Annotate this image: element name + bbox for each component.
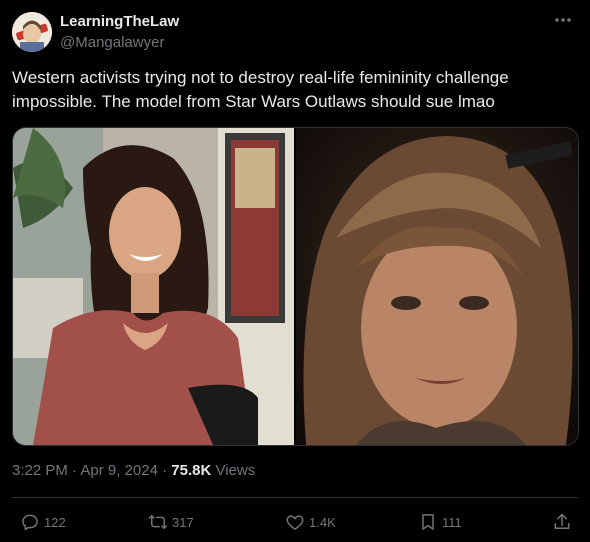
tweet-text: Western activists trying not to destroy … — [12, 68, 509, 111]
share-icon — [554, 513, 570, 529]
avatar[interactable] — [12, 12, 52, 52]
more-options-icon — [555, 18, 571, 22]
avatar-image — [12, 12, 52, 52]
photo-game-character[interactable] — [296, 128, 578, 445]
meta-separator-2: · — [162, 462, 168, 479]
reply-button[interactable]: 122 — [20, 508, 66, 536]
like-button[interactable]: 1.4K — [285, 508, 336, 536]
tweet-date[interactable]: Apr 9, 2024 — [80, 462, 158, 479]
tweet-meta: 3:22 PM · Apr 9, 2024 · 75.8K Views — [12, 461, 255, 481]
retweet-button[interactable]: 317 — [148, 508, 194, 536]
display-name[interactable]: LearningTheLaw — [60, 13, 179, 31]
photo-real-model[interactable] — [13, 128, 294, 445]
bookmark-button[interactable]: 111 — [418, 508, 462, 536]
reply-icon — [22, 514, 38, 531]
bookmark-count: 111 — [442, 514, 462, 530]
views-count: 75.8K — [171, 462, 212, 479]
retweet-icon — [148, 515, 168, 529]
action-bar: 122 317 1.4K 111 — [0, 508, 590, 536]
like-count: 1.4K — [309, 514, 336, 530]
handle[interactable]: @Mangalawyer — [60, 33, 179, 53]
tweet: LearningTheLaw @Mangalawyer Western acti… — [0, 0, 590, 542]
meta-separator: · — [72, 462, 78, 479]
retweet-count: 317 — [172, 514, 194, 530]
more-options-button[interactable] — [548, 10, 578, 30]
views-label: Views — [215, 462, 256, 479]
media-grid — [12, 127, 579, 446]
bookmark-icon — [422, 514, 434, 530]
author-info: LearningTheLaw @Mangalawyer — [60, 13, 179, 53]
tweet-time[interactable]: 3:22 PM — [12, 462, 68, 479]
reply-count: 122 — [44, 514, 66, 530]
heart-icon — [286, 515, 304, 530]
divider — [12, 497, 578, 498]
share-button[interactable] — [552, 508, 572, 536]
